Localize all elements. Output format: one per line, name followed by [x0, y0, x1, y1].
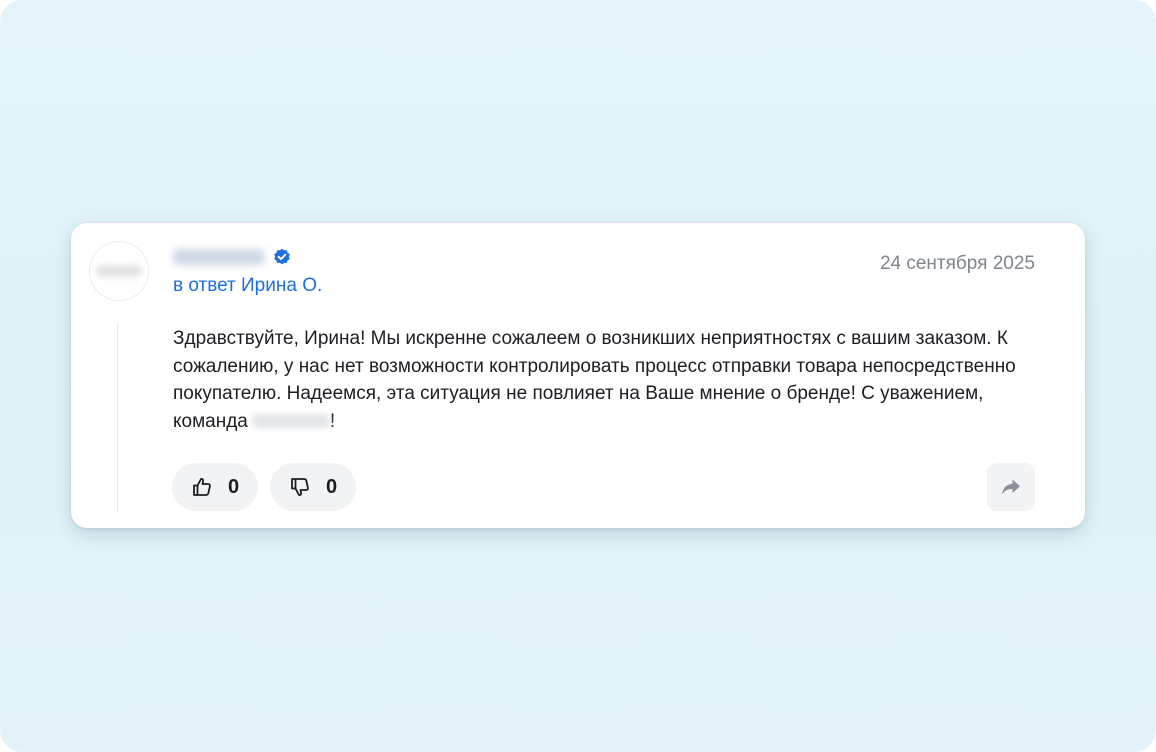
share-button[interactable] [987, 463, 1035, 511]
thread-line [117, 324, 118, 512]
reply-to-link[interactable]: в ответ Ирина О. [173, 275, 322, 297]
page-background: в ответ Ирина О. 24 сентября 2025 Здравс… [0, 0, 1156, 752]
reply-text-end: ! [329, 410, 336, 432]
author-row [173, 245, 291, 269]
thumbs-down-icon [288, 475, 312, 499]
dislike-count: 0 [326, 475, 338, 498]
review-reply-card: в ответ Ирина О. 24 сентября 2025 Здравс… [71, 223, 1085, 528]
avatar[interactable] [89, 241, 149, 301]
author-name-blurred[interactable] [173, 249, 265, 265]
reply-date: 24 сентября 2025 [879, 253, 1035, 274]
dislike-button[interactable]: 0 [270, 463, 356, 511]
verified-check-icon [273, 248, 291, 266]
reply-text: Здравствуйте, Ирина! Мы искренне сожалее… [173, 325, 1033, 435]
share-arrow-icon [999, 475, 1023, 499]
like-count: 0 [228, 475, 240, 498]
avatar-logo-blurred [96, 265, 142, 277]
brand-name-blurred [251, 413, 330, 428]
like-button[interactable]: 0 [172, 463, 258, 511]
thumbs-up-icon [190, 475, 214, 499]
